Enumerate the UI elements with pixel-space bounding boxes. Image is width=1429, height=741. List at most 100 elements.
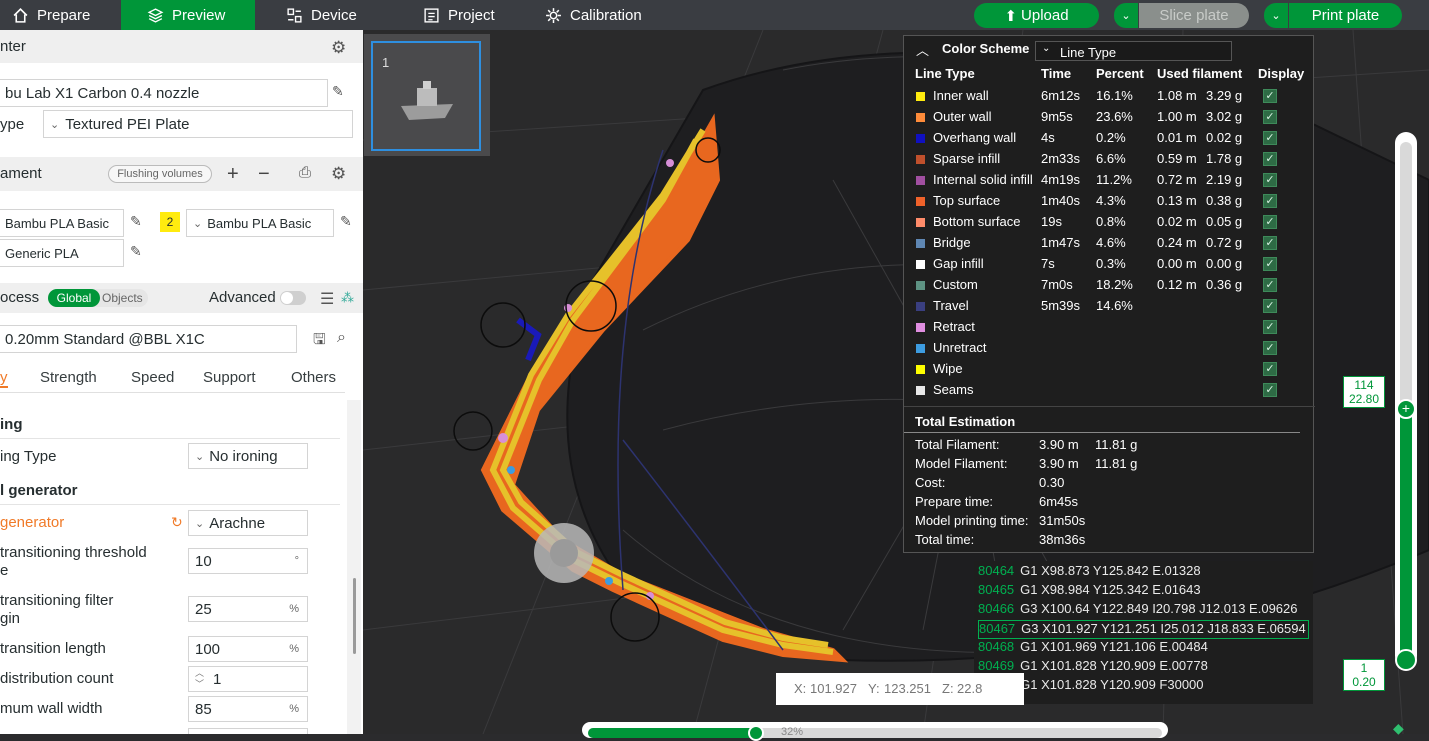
upload-button[interactable]: ⬆ Upload — [974, 3, 1099, 28]
sync-printer-icon[interactable]: ⎙ — [299, 164, 317, 182]
threshold-unit: ° — [294, 555, 299, 567]
filament-slot-3[interactable]: Generic PLA — [0, 239, 124, 267]
legend-row[interactable]: Unretract ✓ — [904, 338, 1315, 359]
legend-row[interactable]: Overhang wall 4s 0.2% 0.01 m 0.02 g ✓ — [904, 128, 1315, 149]
legend-row[interactable]: Seams ✓ — [904, 380, 1315, 401]
legend-row[interactable]: Custom 7m0s 18.2% 0.12 m 0.36 g ✓ — [904, 275, 1315, 296]
slice-plate-button[interactable]: Slice plate — [1139, 3, 1249, 28]
layer-slider-bottom-handle[interactable] — [1395, 649, 1417, 671]
legend-row[interactable]: Bridge 1m47s 4.6% 0.24 m 0.72 g ✓ — [904, 233, 1315, 254]
tab-support[interactable]: Support — [203, 369, 256, 386]
legend-row[interactable]: Top surface 1m40s 4.3% 0.13 m 0.38 g ✓ — [904, 191, 1315, 212]
filter-margin-input[interactable]: 25 % — [188, 596, 308, 622]
legend-row[interactable]: Wipe ✓ — [904, 359, 1315, 380]
tab-calibration[interactable]: Calibration — [545, 0, 642, 30]
next-setting-input[interactable] — [188, 728, 308, 734]
advanced-toggle[interactable] — [280, 291, 306, 305]
add-icon[interactable]: + — [227, 163, 245, 185]
display-checkbox[interactable]: ✓ — [1263, 236, 1277, 250]
distribution-count-value: 1 — [213, 670, 222, 688]
settings-scroll-thumb[interactable] — [353, 578, 356, 654]
min-wall-width-input[interactable]: 85 % — [188, 696, 308, 722]
filament-slot-1[interactable]: Bambu PLA Basic — [0, 209, 124, 237]
layers-toggle-icon[interactable]: ◆ — [1393, 721, 1417, 735]
threshold-input[interactable]: 10 ° — [188, 548, 308, 574]
edit-icon[interactable]: ✎ — [130, 213, 148, 231]
process-preset-select[interactable]: 0.20mm Standard @BBL X1C — [0, 325, 297, 353]
move-slider-handle[interactable] — [748, 725, 764, 741]
tab-prepare[interactable]: Prepare — [12, 0, 120, 30]
distribution-count-input[interactable]: ︿ ﹀ 1 — [188, 666, 308, 692]
legend-row[interactable]: Outer wall 9m5s 23.6% 1.00 m 3.02 g ✓ — [904, 107, 1315, 128]
display-checkbox[interactable]: ✓ — [1263, 278, 1277, 292]
print-dropdown-button[interactable]: ⌄ — [1264, 3, 1288, 28]
tab-project[interactable]: Project — [423, 0, 495, 30]
line-type-swatch — [916, 176, 925, 185]
y-label: Y: — [868, 681, 880, 696]
display-checkbox[interactable]: ✓ — [1263, 299, 1277, 313]
gear-icon[interactable]: ⚙ — [331, 38, 349, 57]
display-checkbox[interactable]: ✓ — [1263, 257, 1277, 271]
plate-type-select[interactable]: ⌄ Textured PEI Plate — [43, 110, 353, 138]
edit-icon[interactable]: ✎ — [332, 83, 350, 101]
filament-slot-2[interactable]: ⌄ Bambu PLA Basic — [186, 209, 334, 237]
gear-icon[interactable]: ⚙ — [331, 164, 349, 183]
list-icon[interactable]: ☰ — [320, 289, 338, 308]
layer-slider-top-handle[interactable]: + — [1396, 399, 1416, 419]
settings-scrollbar[interactable] — [347, 400, 361, 734]
legend-row[interactable]: Travel 5m39s 14.6% ✓ — [904, 296, 1315, 317]
save-icon[interactable]: 🖫 — [313, 329, 331, 348]
header-time: Time — [1041, 66, 1072, 81]
tab-speed[interactable]: Speed — [131, 369, 174, 386]
reset-icon[interactable]: ↻ — [171, 514, 189, 532]
wall-generator-select[interactable]: ⌄ Arachne — [188, 510, 308, 536]
legend-row[interactable]: Gap infill 7s 0.3% 0.00 m 0.00 g ✓ — [904, 254, 1315, 275]
display-checkbox[interactable]: ✓ — [1263, 152, 1277, 166]
display-checkbox[interactable]: ✓ — [1263, 341, 1277, 355]
display-checkbox[interactable]: ✓ — [1263, 320, 1277, 334]
tab-preview[interactable]: Preview — [121, 0, 255, 30]
minus-icon[interactable]: − — [258, 163, 276, 185]
tab-strength[interactable]: Strength — [40, 369, 97, 386]
flushing-volumes-button[interactable]: Flushing volumes — [108, 165, 212, 183]
color-scheme-select[interactable]: ⌄ Line Type — [1035, 41, 1232, 61]
print-plate-button[interactable]: Print plate — [1289, 3, 1402, 28]
compare-icon[interactable]: ⁂ — [341, 290, 359, 308]
tab-others[interactable]: Others — [291, 369, 336, 386]
display-checkbox[interactable]: ✓ — [1263, 194, 1277, 208]
slice-dropdown-button[interactable]: ⌄ — [1114, 3, 1138, 28]
objects-option[interactable]: Objects — [102, 291, 143, 305]
global-objects-toggle[interactable]: Global Objects — [48, 289, 148, 307]
legend-row[interactable]: Internal solid infill 4m19s 11.2% 0.72 m 2.1… — [904, 170, 1315, 191]
global-option[interactable]: Global — [48, 289, 100, 307]
display-checkbox[interactable]: ✓ — [1263, 362, 1277, 376]
layer-slider[interactable]: + — [1395, 132, 1417, 671]
edit-icon[interactable]: ✎ — [340, 213, 358, 231]
chevron-down-icon: ⌄ — [195, 517, 205, 530]
edit-icon[interactable]: ✎ — [130, 243, 148, 261]
display-checkbox[interactable]: ✓ — [1263, 173, 1277, 187]
total-value: 3.90 m — [1039, 456, 1079, 471]
display-checkbox[interactable]: ✓ — [1263, 110, 1277, 124]
tab-device[interactable]: Device — [286, 0, 357, 30]
search-icon[interactable]: ⌕ — [337, 329, 355, 347]
tab-quality[interactable]: y — [0, 369, 8, 388]
display-checkbox[interactable]: ✓ — [1263, 131, 1277, 145]
z-value: 22.8 — [957, 681, 983, 696]
legend-row[interactable]: Sparse infill 2m33s 6.6% 0.59 m 1.78 g ✓ — [904, 149, 1315, 170]
display-checkbox[interactable]: ✓ — [1263, 215, 1277, 229]
transition-length-input[interactable]: 100 % — [188, 636, 308, 662]
printer-select[interactable]: bu Lab X1 Carbon 0.4 nozzle — [0, 79, 328, 107]
stepper-arrows-icon[interactable]: ︿ ﹀ — [195, 668, 204, 690]
display-checkbox[interactable]: ✓ — [1263, 89, 1277, 103]
legend-row[interactable]: Retract ✓ — [904, 317, 1315, 338]
plate-thumbnail[interactable]: 1 — [371, 41, 481, 151]
legend-row[interactable]: Bottom surface 19s 0.8% 0.02 m 0.05 g ✓ — [904, 212, 1315, 233]
move-slider[interactable]: 32% — [582, 722, 1168, 741]
display-checkbox[interactable]: ✓ — [1263, 383, 1277, 397]
collapse-icon[interactable]: ︿ — [916, 40, 929, 59]
legend-row[interactable]: Inner wall 6m12s 16.1% 1.08 m 3.29 g ✓ — [904, 86, 1315, 107]
line-type-name: Overhang wall — [933, 130, 1017, 145]
tab-preview-label: Preview — [172, 6, 226, 24]
ironing-type-select[interactable]: ⌄ No ironing — [188, 443, 308, 469]
